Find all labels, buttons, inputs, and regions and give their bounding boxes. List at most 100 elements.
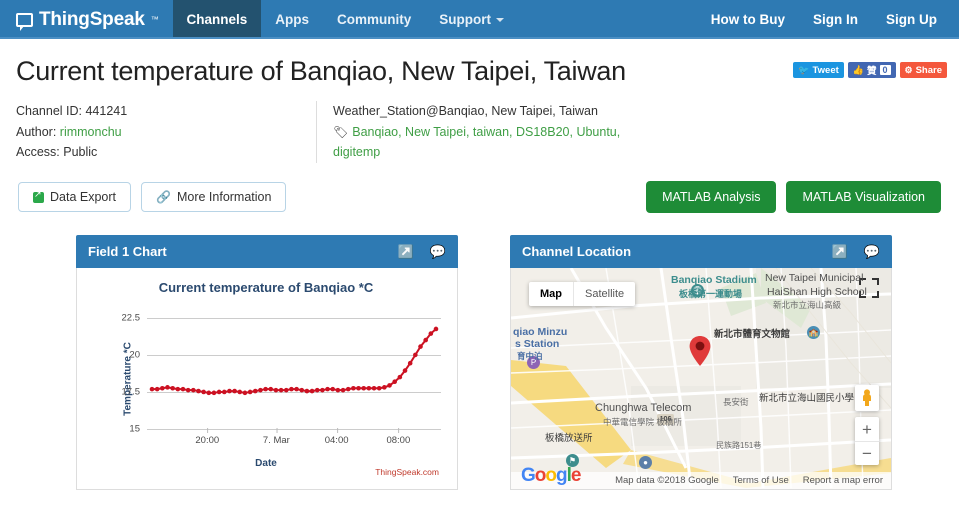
chart-y-tick-0: 15 xyxy=(129,423,140,435)
channel-tags[interactable]: Banqiao, New Taipei, taiwan, DS18B20, Ub… xyxy=(333,125,620,160)
map-data-attribution: Map data ©2018 Google xyxy=(615,475,719,487)
thumbs-up-icon: 👍 xyxy=(852,64,864,75)
channel-description: Weather_Station@Banqiao, New Taipei, Tai… xyxy=(333,104,598,118)
channel-location-header: Channel Location ↗️ 💬 xyxy=(510,235,892,269)
access-label: Access: xyxy=(16,145,64,160)
popout-icon[interactable]: ↗️ xyxy=(398,245,414,258)
author-row: Author: rimmonchu xyxy=(16,122,316,143)
nav-label-apps: Apps xyxy=(275,12,310,27)
channel-location-title: Channel Location xyxy=(522,244,632,260)
poi-school-icon: 🏫 xyxy=(807,326,820,340)
field-1-chart-header: Field 1 Chart ↗️ 💬 xyxy=(76,235,458,269)
twitter-icon: 🐦 xyxy=(798,64,810,75)
poi-parking-icon: P xyxy=(527,356,540,370)
map-attribution-bar: Google Map data ©2018 Google Terms of Us… xyxy=(511,465,891,490)
nav-item-community[interactable]: Community xyxy=(323,0,425,39)
nav-item-how-to-buy[interactable]: How to Buy xyxy=(697,0,799,39)
author-value[interactable]: rimmonchu xyxy=(60,125,122,139)
map-zoom-control: + − xyxy=(855,417,879,466)
action-button-row: Data Export 🔗 More Information MATLAB An… xyxy=(14,181,945,214)
nav-label-sign-up: Sign Up xyxy=(886,12,937,27)
chart-y-tick-1: 17.5 xyxy=(121,386,141,398)
nav-item-sign-in[interactable]: Sign In xyxy=(799,0,872,39)
nav-label-channels: Channels xyxy=(186,12,248,27)
nav-item-apps[interactable]: Apps xyxy=(261,0,323,39)
location-marker-icon[interactable] xyxy=(689,336,711,367)
top-navbar: ThingSpeak ™ Channels Apps Community Supp… xyxy=(0,0,959,39)
brand-trademark: ™ xyxy=(150,15,159,24)
nav-label-support: Support xyxy=(439,12,492,27)
secondary-nav: How to Buy Sign In Sign Up xyxy=(697,0,959,39)
social-share-bar: 🐦 Tweet 👍 贊 0 ⚙ Share xyxy=(793,62,947,78)
like-label: 贊 xyxy=(866,66,877,77)
route-shield-106: 106 xyxy=(657,414,674,426)
brand-name: ThingSpeak xyxy=(39,8,145,30)
street-view-pegman-icon[interactable] xyxy=(855,385,879,412)
chart-y-tick-2: 20 xyxy=(129,349,140,361)
chart-plot-area[interactable]: 15 17.5 20 22.5 20:00 7. Mar 04:00 08:00 xyxy=(122,306,441,446)
zoom-in-button[interactable]: + xyxy=(855,417,879,441)
comment-icon[interactable]: 💬 xyxy=(864,245,880,258)
chevron-down-icon xyxy=(496,17,505,22)
poi-stadium-icon: 🏟 xyxy=(691,284,704,298)
more-information-label: More Information xyxy=(176,190,272,205)
more-information-button[interactable]: 🔗 More Information xyxy=(141,182,287,213)
google-logo: Google xyxy=(521,465,581,487)
channel-id-value: 441241 xyxy=(85,104,128,118)
channel-id-label: Channel ID: xyxy=(16,104,86,118)
channel-id-row: Channel ID: 441241 xyxy=(16,101,316,122)
map-type-map[interactable]: Map xyxy=(529,282,573,306)
speech-bubble-icon xyxy=(16,12,33,31)
map-type-satellite[interactable]: Satellite xyxy=(573,282,635,307)
widget-row: Field 1 Chart ↗️ 💬 Current temperature o… xyxy=(14,235,945,491)
page-content: 🐦 Tweet 👍 贊 0 ⚙ Share Current temperatur… xyxy=(0,56,959,491)
report-map-error-link[interactable]: Report a map error xyxy=(803,475,883,486)
link-chain-icon: 🔗 xyxy=(156,190,171,205)
share-label: Share xyxy=(915,64,942,76)
channel-location-tools: ↗️ 💬 xyxy=(832,245,880,258)
fullscreen-icon[interactable] xyxy=(859,278,879,299)
nav-item-sign-up[interactable]: Sign Up xyxy=(872,0,951,39)
matlab-visualization-button[interactable]: MATLAB Visualization xyxy=(786,181,941,214)
google-map[interactable]: Map Satellite 🏟 🏫 P ⚑ ● 106 + − Banqiao … xyxy=(511,268,891,490)
nav-label-sign-in: Sign In xyxy=(813,12,858,27)
channel-tags-row: 🏷 Banqiao, New Taipei, taiwan, DS18B20, U… xyxy=(333,122,646,163)
chart-title: Current temperature of Banqiao *C xyxy=(158,280,374,296)
matlab-analysis-button[interactable]: MATLAB Analysis xyxy=(646,181,777,214)
channel-meta-right: Weather_Station@Banqiao, New Taipei, Tai… xyxy=(316,101,646,164)
tweet-label: Tweet xyxy=(812,64,839,76)
tag-icon: 🏷 xyxy=(333,124,349,139)
terms-of-use-link[interactable]: Terms of Use xyxy=(733,475,789,486)
like-count: 0 xyxy=(879,65,891,75)
map-attribution-links: Map data ©2018 Google Terms of Use Repor… xyxy=(615,475,891,486)
primary-nav: Channels Apps Community Support xyxy=(172,0,519,39)
share-plus-icon: ⚙ xyxy=(904,64,913,75)
share-button[interactable]: ⚙ Share xyxy=(899,62,947,78)
field-1-chart-title: Field 1 Chart xyxy=(88,244,167,260)
chart-watermark: ThingSpeak.com xyxy=(375,467,439,478)
chart-series-field-1 xyxy=(149,326,439,396)
thingspeak-logo[interactable]: ThingSpeak ™ xyxy=(0,0,173,39)
data-export-label: Data Export xyxy=(50,190,117,205)
channel-location-body: Map Satellite 🏟 🏫 P ⚑ ● 106 + − Banqiao … xyxy=(510,268,892,491)
nav-label-how-to-buy: How to Buy xyxy=(710,12,785,27)
nav-item-support[interactable]: Support xyxy=(425,0,518,39)
field-1-chart-panel: Field 1 Chart ↗️ 💬 Current temperature o… xyxy=(76,235,458,491)
channel-location-panel: Channel Location ↗️ 💬 Map Satellite 🏟 🏫 … xyxy=(510,235,892,491)
field-1-chart-tools: ↗️ 💬 xyxy=(398,245,446,258)
author-label: Author: xyxy=(16,124,60,139)
facebook-like-button[interactable]: 👍 贊 0 xyxy=(847,62,896,78)
chart-y-tick-3: 22.5 xyxy=(121,312,141,324)
matlab-button-group: MATLAB Analysis MATLAB Visualization xyxy=(646,181,941,214)
data-export-button[interactable]: Data Export xyxy=(18,182,132,213)
export-icon xyxy=(33,189,44,203)
comment-icon[interactable]: 💬 xyxy=(430,245,446,258)
zoom-out-button[interactable]: − xyxy=(855,441,879,465)
channel-meta: Channel ID: 441241 Author: rimmonchu Acc… xyxy=(16,101,945,164)
tweet-button[interactable]: 🐦 Tweet xyxy=(793,62,844,78)
popout-icon[interactable]: ↗️ xyxy=(832,245,848,258)
map-type-control: Map Satellite xyxy=(529,282,636,307)
access-row: Access: Public xyxy=(16,142,316,163)
nav-item-channels[interactable]: Channels xyxy=(172,0,262,39)
chart-area: Current temperature of Banqiao *C Temper… xyxy=(85,276,447,481)
